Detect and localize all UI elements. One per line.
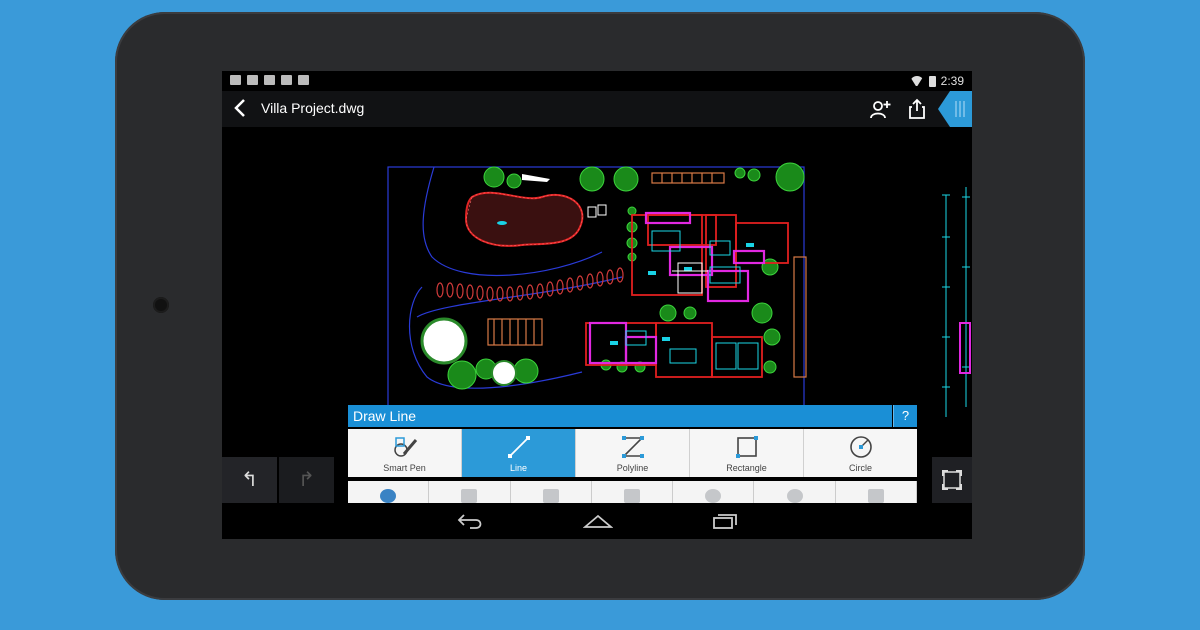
redo-button[interactable]: ↱	[279, 457, 334, 503]
back-arrow-icon[interactable]	[232, 97, 252, 119]
nav-recents-icon[interactable]	[710, 511, 740, 536]
circle-icon	[849, 436, 872, 458]
color-icon	[786, 489, 803, 503]
share-icon[interactable]	[908, 98, 926, 125]
color-tool[interactable]	[754, 481, 836, 505]
clipboard-icon	[281, 75, 292, 85]
wifi-icon	[910, 76, 924, 86]
target-tool[interactable]	[673, 481, 755, 505]
status-time: 2:39	[940, 74, 964, 88]
navigation-bar	[222, 503, 972, 539]
target-icon	[705, 489, 722, 503]
move-icon	[867, 489, 884, 503]
move-tool[interactable]	[836, 481, 917, 505]
line-icon	[507, 436, 530, 458]
notification-icons	[230, 75, 309, 85]
line-tool[interactable]: Line	[462, 429, 576, 477]
image-tool[interactable]	[511, 481, 592, 505]
fit-view-button[interactable]	[932, 457, 972, 503]
panel-tab-icon[interactable]	[938, 91, 972, 127]
measure-icon	[623, 489, 640, 503]
image-icon	[542, 489, 559, 503]
tool-label: Line	[509, 463, 527, 473]
tool-label: Polyline	[616, 463, 649, 473]
panel-title: Draw Line	[348, 405, 892, 427]
shapes-icon	[380, 489, 397, 503]
barcode-icon	[264, 75, 275, 85]
draw-line-panel: Draw Line ? Smart Pen Line Polyline Rect…	[348, 405, 918, 505]
nav-home-icon[interactable]	[582, 511, 614, 536]
text-tool[interactable]	[429, 481, 511, 505]
tool-label: Rectangle	[726, 463, 767, 473]
rectangle-icon	[735, 436, 758, 458]
rectangle-tool[interactable]: Rectangle	[690, 429, 804, 477]
app-bar: Villa Project.dwg	[222, 91, 972, 127]
nav-back-icon[interactable]	[456, 511, 486, 536]
status-bar: 2:39	[222, 71, 972, 91]
fullscreen-icon	[942, 470, 962, 490]
undo-button[interactable]: ↰	[222, 457, 277, 503]
smart-pen-tool[interactable]: Smart Pen	[348, 429, 462, 477]
front-camera	[153, 297, 169, 313]
file-title: Villa Project.dwg	[261, 100, 365, 116]
help-button[interactable]: ?	[893, 405, 917, 427]
battery-icon	[928, 75, 936, 87]
measure-tool[interactable]	[592, 481, 674, 505]
briefcase-icon	[298, 75, 309, 85]
polyline-icon	[621, 436, 644, 458]
tool-row: Smart Pen Line Polyline Rectangle Circle	[348, 429, 917, 477]
circle-tool[interactable]: Circle	[804, 429, 917, 477]
smart-pen-icon	[393, 437, 417, 457]
text-lines-icon	[461, 489, 478, 503]
secondary-tool-row	[348, 481, 917, 505]
mail-icon	[247, 75, 258, 85]
tool-label: Smart Pen	[383, 463, 426, 473]
add-user-icon[interactable]	[870, 99, 892, 124]
device-screen: 2:39 Villa Project.dwg Draw Line ? Smart…	[222, 71, 972, 539]
tool-label: Circle	[848, 463, 872, 473]
shape-tool[interactable]	[348, 481, 430, 505]
gallery-icon	[230, 75, 241, 85]
polyline-tool[interactable]: Polyline	[576, 429, 690, 477]
